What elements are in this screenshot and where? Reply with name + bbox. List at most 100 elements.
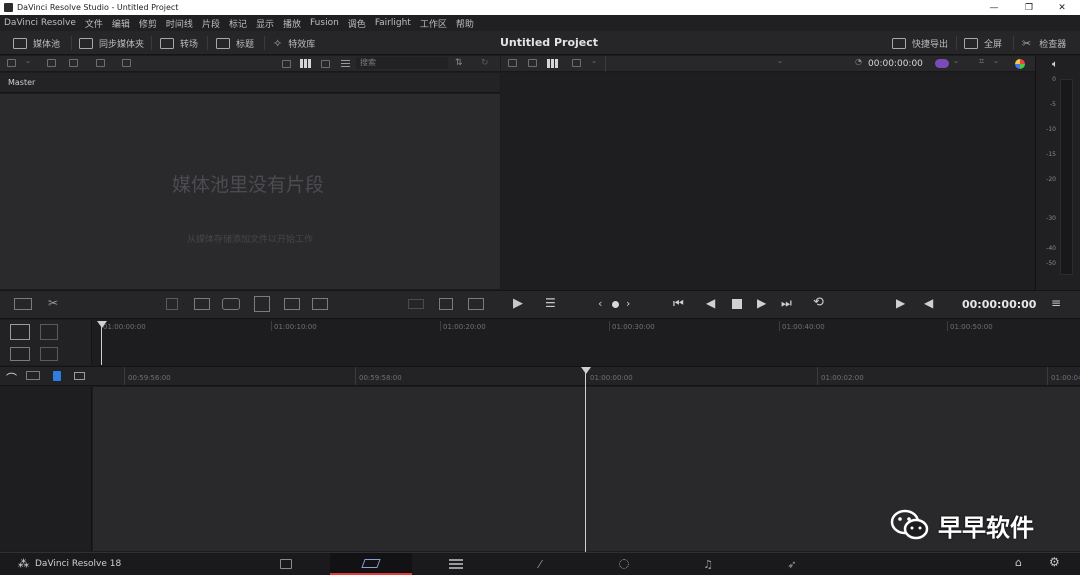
go-to-end-icon[interactable]: ⏭︎ [781, 296, 792, 311]
chevron-down-icon[interactable]: ⌄ [25, 57, 31, 65]
maximize-button[interactable]: ❐ [1011, 0, 1047, 15]
prev-clip-icon[interactable]: ‹ [598, 297, 602, 310]
loop-icon[interactable]: ⟲ [813, 295, 824, 310]
go-to-start-icon[interactable]: ⏮︎ [673, 296, 684, 311]
jkl-icon[interactable]: ▶︎ [513, 296, 523, 311]
sort-icon[interactable]: ⇅ [455, 58, 463, 68]
menu-trim[interactable]: 修剪 [139, 17, 157, 30]
transitions-button[interactable]: 转场 [160, 31, 198, 55]
menu-fairlight[interactable]: Fairlight [375, 18, 411, 28]
filmstrip-view-icon[interactable] [321, 60, 330, 68]
viewer-mode-icon[interactable] [508, 59, 517, 67]
upper-timeline-ruler[interactable] [93, 320, 1080, 365]
menu-davinci[interactable]: DaVinci Resolve [4, 18, 76, 28]
sync-bin-button[interactable]: 同步媒体夹 [79, 31, 144, 55]
refresh-icon[interactable]: ↻ [481, 58, 489, 68]
viewer-aspect-icon[interactable] [572, 59, 581, 67]
place-on-top-icon[interactable] [284, 298, 300, 310]
search-input[interactable]: 搜索 [356, 57, 448, 69]
menu-workspace[interactable]: 工作区 [420, 17, 447, 30]
flag-icon[interactable] [53, 371, 61, 381]
home-icon[interactable]: ⌂ [1015, 556, 1022, 569]
play-reverse-icon[interactable]: ◀︎ [706, 296, 715, 310]
source-overwrite-icon[interactable] [312, 298, 328, 310]
color-picker-icon[interactable] [1015, 59, 1025, 69]
fairlight-page-tab[interactable]: ♫ [678, 553, 738, 575]
inspector-button[interactable]: ✂ 检查器 [1022, 31, 1066, 55]
menu-view[interactable]: 显示 [256, 17, 274, 30]
timecode-mode-icon[interactable]: ◔ [855, 57, 862, 66]
title-tool-icon[interactable] [10, 324, 30, 340]
menu-clip[interactable]: 片段 [202, 17, 220, 30]
close-button[interactable]: ✕ [1044, 0, 1080, 15]
gear-icon[interactable]: ⚙ [1049, 555, 1060, 569]
ripple-overwrite-icon[interactable] [222, 298, 240, 310]
menu-mark[interactable]: 标记 [229, 17, 247, 30]
clip-select-chevron-icon[interactable]: ⌄ [777, 57, 783, 65]
menu-help[interactable]: 帮助 [456, 17, 474, 30]
edit-page-tab[interactable] [426, 553, 486, 575]
viewer-layout-icon[interactable] [547, 59, 558, 68]
titles-button[interactable]: 标题 [216, 31, 254, 55]
timeline-options-icon[interactable] [14, 298, 32, 310]
scissors-icon[interactable]: ✂ [48, 296, 58, 310]
effects-button[interactable]: ✧ 特效库 [273, 31, 315, 55]
speaker-icon[interactable]: 🔈︎ [1052, 59, 1058, 70]
jog-dot-icon[interactable] [612, 301, 619, 308]
snap-tool-icon[interactable] [10, 347, 30, 361]
menu-fusion[interactable]: Fusion [310, 18, 339, 28]
play-icon[interactable]: ▶︎ [757, 296, 766, 310]
menu-playback[interactable]: 播放 [283, 17, 301, 30]
link-tool-icon[interactable] [40, 347, 58, 361]
audio-waveform-icon[interactable] [26, 371, 40, 380]
menu-edit[interactable]: 编辑 [112, 17, 130, 30]
bin-name[interactable]: Master [8, 78, 35, 87]
mark-in-icon[interactable]: ▶︎ [896, 296, 905, 310]
relink-icon[interactable] [96, 59, 105, 67]
meter-label: -20 [1046, 176, 1056, 183]
smart-insert-icon[interactable] [166, 298, 178, 310]
viewer-source-icon[interactable] [528, 59, 537, 67]
color-page-tab[interactable] [594, 553, 654, 575]
viewer-timecode[interactable]: 00:00:00:00 [868, 56, 924, 72]
append-icon[interactable] [194, 298, 210, 310]
unlink-icon[interactable] [122, 59, 131, 67]
davinci-app-icon [4, 3, 13, 12]
more-options-icon[interactable]: ≡ [1051, 296, 1061, 310]
chevron-down-icon[interactable]: ⌄ [993, 57, 999, 65]
viewer-canvas[interactable] [501, 73, 1034, 290]
quick-export-button[interactable]: 快捷导出 [892, 31, 948, 55]
menu-timeline[interactable]: 时间线 [166, 17, 193, 30]
viewer-single-icon[interactable] [439, 298, 453, 310]
menu-color[interactable]: 调色 [348, 17, 366, 30]
viewer-dual-icon[interactable] [468, 298, 484, 310]
import-media-icon[interactable] [47, 59, 56, 67]
stop-icon[interactable] [732, 299, 742, 309]
trim-mode-icon[interactable] [408, 299, 424, 309]
marker-icon[interactable] [74, 372, 85, 380]
main-timecode[interactable]: 00:00:00:00 [962, 296, 1036, 314]
chevron-down-icon[interactable]: ⌄ [953, 57, 959, 65]
viewer-transform-icon[interactable]: ⌗ [979, 57, 984, 67]
media-pool-button[interactable]: 媒体池 [13, 31, 60, 55]
chevron-down-icon[interactable]: ⌄ [591, 57, 597, 65]
transition-tool-icon[interactable] [40, 324, 58, 340]
menu-file[interactable]: 文件 [85, 17, 103, 30]
close-up-icon[interactable] [254, 296, 270, 312]
fullscreen-button[interactable]: 全屏 [964, 31, 1002, 55]
sidebar-toggle-icon[interactable] [7, 59, 16, 67]
cut-page-tab[interactable] [330, 553, 412, 575]
link-icon[interactable]: ⌒ [6, 370, 17, 386]
new-bin-icon[interactable] [69, 59, 78, 67]
deliver-page-tab[interactable]: ➶ [762, 553, 822, 575]
playback-mode-icon[interactable] [935, 59, 949, 68]
media-page-tab[interactable] [256, 553, 316, 575]
list-view-icon[interactable] [341, 60, 350, 68]
thumbnail-view-icon[interactable] [300, 59, 311, 68]
fusion-page-tab[interactable]: ⁄ [510, 553, 570, 575]
next-clip-icon[interactable]: › [626, 297, 630, 310]
settings-sliders-icon[interactable]: ☰ [545, 296, 556, 310]
metadata-view-icon[interactable] [282, 60, 291, 68]
minimize-button[interactable]: — [976, 0, 1012, 15]
mark-out-icon[interactable]: ◀︎ [924, 296, 933, 310]
